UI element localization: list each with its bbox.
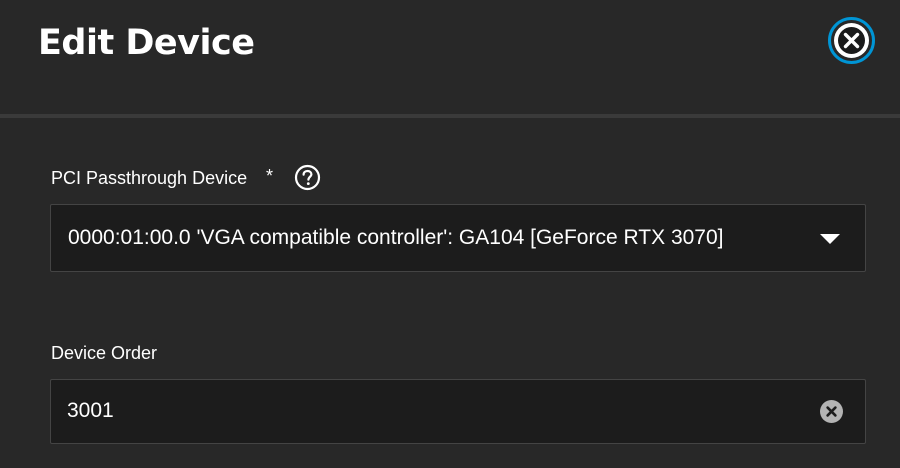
pci-device-select[interactable]: 0000:01:00.0 'VGA compatible controller'… bbox=[50, 204, 866, 272]
device-order-field bbox=[50, 379, 866, 444]
device-order-label: Device Order bbox=[51, 343, 158, 363]
edit-device-dialog: Edit Device PCI Passthrough Device * 000… bbox=[0, 0, 900, 468]
help-circle-icon[interactable] bbox=[294, 164, 321, 191]
device-order-input[interactable] bbox=[67, 398, 797, 424]
pci-device-label: PCI Passthrough Device bbox=[51, 168, 248, 188]
clear-circle-icon bbox=[826, 406, 837, 417]
caret-down-icon bbox=[820, 234, 840, 244]
required-marker: * bbox=[266, 166, 274, 186]
header-divider bbox=[0, 114, 900, 118]
close-icon bbox=[834, 23, 869, 58]
close-button[interactable] bbox=[828, 17, 875, 64]
dialog-title: Edit Device bbox=[38, 23, 255, 63]
pci-device-selected-value: 0000:01:00.0 'VGA compatible controller'… bbox=[68, 226, 724, 249]
clear-button[interactable] bbox=[820, 400, 843, 423]
dialog-header: Edit Device bbox=[0, 0, 900, 114]
